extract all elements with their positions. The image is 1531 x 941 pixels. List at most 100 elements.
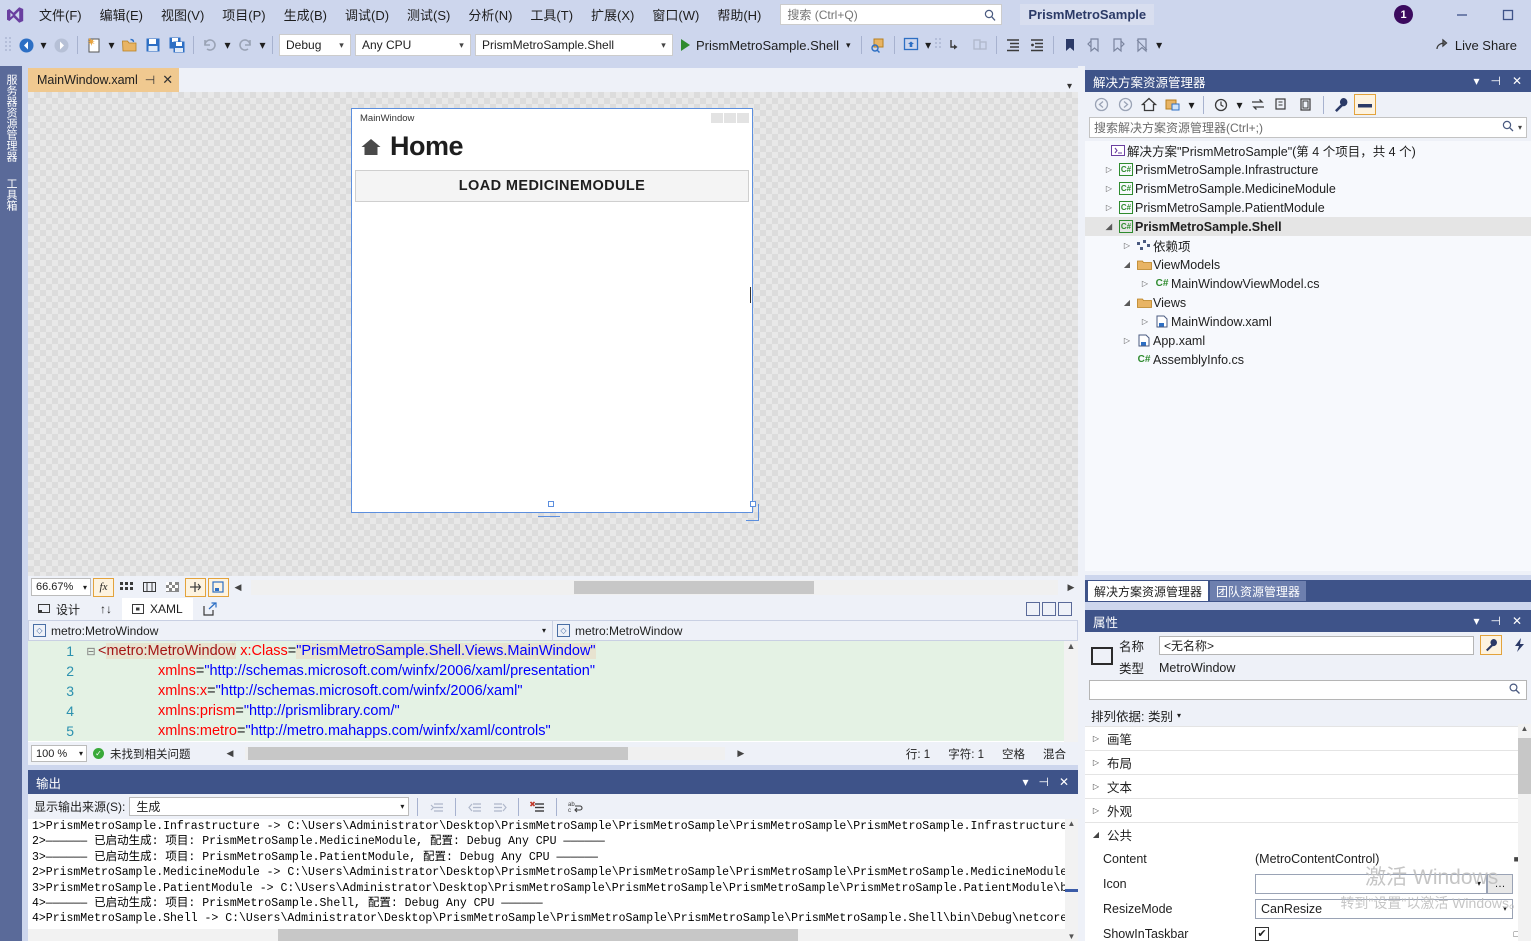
clear-bookmarks-icon[interactable]	[1130, 33, 1154, 57]
chevron-down-icon[interactable]: ▾	[1177, 711, 1181, 720]
editor-vertical-scrollbar[interactable]: ▲	[1064, 641, 1078, 742]
hot-reload-icon[interactable]	[866, 33, 890, 57]
tree-item-medicinemodule[interactable]: ▷ C# PrismMetroSample.MedicineModule	[1085, 179, 1531, 198]
chevron-down-icon[interactable]: ▾	[1473, 74, 1479, 88]
expand-arrow[interactable]: ▷	[1090, 782, 1102, 791]
properties-events-icon[interactable]	[1508, 635, 1530, 655]
pin-icon[interactable]: ⊣	[1490, 614, 1500, 628]
property-value[interactable]: CanResize ▾	[1255, 898, 1531, 919]
refresh-icon[interactable]	[1271, 94, 1293, 115]
output-vertical-scrollbar[interactable]: ▲ ▼	[1065, 819, 1078, 941]
swap-panes-button[interactable]: ↑↓	[90, 598, 122, 620]
editor-zoom-combo[interactable]: 100 % ▾	[31, 745, 87, 762]
scrollbar-thumb[interactable]	[1065, 889, 1078, 892]
redo-dropdown-icon[interactable]: ▾	[257, 34, 268, 56]
pending-changes-icon[interactable]	[1210, 94, 1232, 115]
snap-to-snaplines-icon[interactable]	[185, 577, 206, 597]
open-file-icon[interactable]	[117, 33, 141, 57]
previous-bookmark-icon[interactable]	[1082, 33, 1106, 57]
forward-icon[interactable]	[1114, 94, 1136, 115]
chevron-down-icon[interactable]: ▾	[1473, 614, 1479, 628]
collapse-arrow[interactable]: ◢	[1090, 830, 1102, 839]
menu-build[interactable]: 生成(B)	[275, 2, 336, 27]
redo-icon[interactable]	[233, 33, 257, 57]
properties-wrench-icon[interactable]	[1480, 635, 1502, 655]
properties-name-input[interactable]: <无名称>	[1159, 635, 1474, 655]
output-text-area[interactable]: 1>PrismMetroSample.Infrastructure -> C:\…	[28, 819, 1078, 941]
expand-arrow[interactable]: ▷	[1119, 336, 1135, 345]
menu-test[interactable]: 测试(S)	[398, 2, 459, 27]
toggle-bookmark-icon[interactable]	[1058, 33, 1082, 57]
properties-list[interactable]: ▷ 画笔 ▷ 布局 ▷ 文本 ▷ 外观 ◢ 公共 Content (MetroC…	[1085, 726, 1531, 941]
save-all-icon[interactable]	[165, 33, 189, 57]
breadcrumb-right[interactable]: ◇ metro:MetroWindow	[553, 620, 1078, 641]
tree-item-views[interactable]: ◢ Views	[1085, 293, 1531, 312]
start-debugging-button[interactable]: PrismMetroSample.Shell ▾	[675, 33, 857, 57]
property-row-showintaskbar[interactable]: ShowInTaskbar ✔ □	[1085, 921, 1531, 941]
property-value[interactable]: (MetroContentControl) ■	[1255, 852, 1531, 866]
chevron-down-icon[interactable]: ▾	[1477, 879, 1484, 888]
collapse-arrow[interactable]: ◢	[1101, 222, 1117, 231]
menu-debug[interactable]: 调试(D)	[336, 2, 398, 27]
design-preview-window[interactable]: MainWindow Home LOAD MEDICINEMODULE	[351, 108, 753, 513]
live-visual-tree-dropdown-icon[interactable]: ▾	[923, 34, 934, 56]
scroll-down-icon[interactable]: ▼	[1065, 932, 1078, 941]
collapse-arrow[interactable]: ◢	[1119, 298, 1135, 307]
menu-file[interactable]: 文件(F)	[30, 2, 91, 27]
effects-fx-icon[interactable]: fx	[93, 577, 114, 597]
sync-with-active-document-icon[interactable]	[1247, 94, 1269, 115]
tab-xaml-view[interactable]: XAML	[122, 598, 193, 620]
comment-icon[interactable]	[1001, 33, 1025, 57]
tree-item-mainwindow-xaml[interactable]: ▷ MainWindow.xaml	[1085, 312, 1531, 331]
scrollbar-thumb[interactable]	[278, 929, 798, 941]
new-project-dropdown-icon[interactable]: ▾	[106, 34, 117, 56]
pin-icon[interactable]: ⊣	[1038, 775, 1048, 789]
expand-arrow[interactable]: ▷	[1137, 317, 1153, 326]
tree-item-app-xaml[interactable]: ▷ App.xaml	[1085, 331, 1531, 350]
vertical-splitter[interactable]	[1078, 66, 1085, 941]
expand-arrow[interactable]: ▷	[1101, 165, 1117, 174]
designer-scroll-left-icon[interactable]: ◀	[231, 582, 245, 593]
pending-changes-filter-icon[interactable]	[1162, 94, 1184, 115]
undo-dropdown-icon[interactable]: ▾	[222, 34, 233, 56]
properties-category-common[interactable]: ◢ 公共	[1085, 822, 1531, 846]
scrollbar-thumb[interactable]	[1518, 738, 1531, 794]
property-resizemode-dropdown[interactable]: CanResize ▾	[1255, 898, 1513, 919]
scrollbar-thumb[interactable]	[573, 580, 814, 594]
menu-help[interactable]: 帮助(H)	[708, 2, 770, 27]
next-message-icon[interactable]	[489, 797, 510, 816]
property-value[interactable]: ✔ □	[1255, 926, 1531, 941]
tree-item-viewmodels[interactable]: ◢ ViewModels	[1085, 255, 1531, 274]
step-into-icon[interactable]	[944, 33, 968, 57]
toolbar-grip[interactable]	[4, 36, 14, 54]
tree-item-shell[interactable]: ◢ C# PrismMetroSample.Shell	[1085, 217, 1531, 236]
properties-category-layout[interactable]: ▷ 布局	[1085, 750, 1531, 774]
collapse-arrow[interactable]: ◢	[1119, 260, 1135, 269]
designer-scroll-right-icon[interactable]: ▶	[1064, 582, 1078, 593]
live-visual-tree-icon[interactable]	[899, 33, 923, 57]
startup-project-combo[interactable]: PrismMetroSample.Shell ▾	[475, 34, 673, 56]
resize-handle-bottom[interactable]	[548, 501, 554, 507]
preview-selected-items-icon[interactable]	[1354, 94, 1376, 115]
expand-arrow[interactable]: ▷	[1090, 758, 1102, 767]
minimize-button[interactable]	[1439, 0, 1485, 29]
property-icon-input[interactable]: ▾	[1255, 873, 1487, 894]
tree-item-patientmodule[interactable]: ▷ C# PrismMetroSample.PatientModule	[1085, 198, 1531, 217]
expand-arrow[interactable]: ▷	[1137, 279, 1153, 288]
undo-icon[interactable]	[198, 33, 222, 57]
close-icon[interactable]: ✕	[1512, 614, 1522, 628]
tree-item-dependencies[interactable]: ▷ 依赖项	[1085, 236, 1531, 255]
breadcrumb-left[interactable]: ◇ metro:MetroWindow ▾	[28, 620, 553, 641]
chevron-down-icon[interactable]: ▾	[1503, 904, 1510, 913]
platform-combo[interactable]: Any CPU ▾	[355, 34, 471, 56]
quick-launch-search[interactable]	[780, 4, 1003, 25]
tree-item-infrastructure[interactable]: ▷ C# PrismMetroSample.Infrastructure	[1085, 160, 1531, 179]
vtab-server-explorer[interactable]: 服务器资源管理器	[0, 66, 22, 170]
resize-handle-bottom-right[interactable]	[750, 501, 756, 507]
collapse-pane-icon[interactable]	[1058, 602, 1072, 616]
load-medicinemodule-button[interactable]: LOAD MEDICINEMODULE	[355, 170, 749, 202]
next-bookmark-icon[interactable]	[1106, 33, 1130, 57]
properties-sort-row[interactable]: 排列依据: 类别 ▾	[1085, 704, 1531, 726]
notification-badge[interactable]: 1	[1394, 5, 1413, 24]
property-showintaskbar-checkbox[interactable]: ✔	[1255, 926, 1269, 941]
